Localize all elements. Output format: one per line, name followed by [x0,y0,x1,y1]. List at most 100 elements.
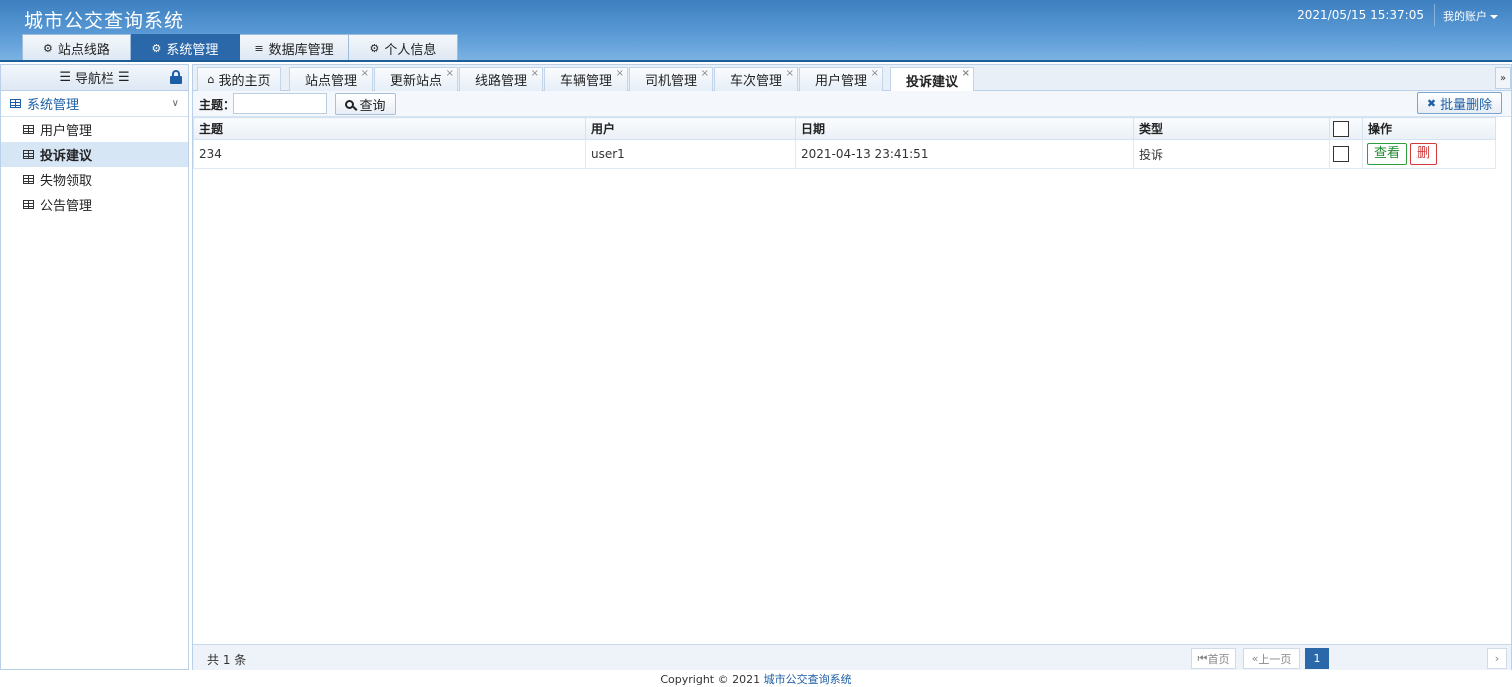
prev-page-label: 上一页 [1258,652,1292,666]
close-icon[interactable]: × [701,68,709,79]
close-icon[interactable]: × [871,68,879,79]
search-icon [345,99,355,109]
column-header-subject[interactable]: 主题 [193,117,586,140]
main-panel: ⌂ 我的主页 站点管理 × 更新站点 × 线路管理 × 车辆管理 × 司机管理 … [192,64,1512,670]
app-title: 城市公交查询系统 [24,10,185,32]
tab-label: 更新站点 [389,74,442,89]
row-checkbox[interactable] [1333,146,1349,162]
table-icon [23,175,34,184]
tab-user-management[interactable]: 用户管理 × [799,67,883,91]
sidebar-title: 导航栏 [74,72,114,87]
subject-label: 主题： [199,98,236,112]
tab-route-management[interactable]: 线路管理 × [459,67,543,91]
footer: Copyright © 2021 城市公交查询系统 [0,671,1512,687]
top-tab-label: 个人信息 [384,43,437,58]
sidebar-item-label: 公告管理 [40,199,93,214]
close-icon[interactable]: × [446,68,454,79]
close-icon[interactable]: × [786,68,794,79]
chevron-right-icon[interactable]: › [1487,648,1507,669]
tab-label: 车辆管理 [559,74,612,89]
batch-delete-button[interactable]: ✖ 批量删除 [1417,92,1502,114]
table-header-row: 主题 用户 日期 类型 操作 [193,117,1496,140]
header-divider [1434,4,1435,26]
account-label: 我的账户 [1443,10,1487,23]
close-icon[interactable]: × [962,68,970,79]
sidebar-item-user-management[interactable]: 用户管理 [1,117,188,142]
double-chevron-down-icon[interactable]: » [1495,67,1511,89]
caret-down-icon [1490,15,1498,19]
menu-icon: ☰ [118,70,130,85]
tab-label: 车次管理 [729,74,782,89]
top-tab-system-management[interactable]: ⚙ 系统管理 [131,34,240,62]
lock-icon[interactable] [170,70,182,84]
view-button[interactable]: 查看 [1367,143,1408,165]
sidebar-header: ☰ 导航栏 ☰ [1,65,188,91]
gear-icon: ⚙ [369,42,380,55]
datetime-display: 2021/05/15 15:37:05 [1297,8,1424,22]
search-button[interactable]: 查询 [335,93,396,115]
tab-complaints[interactable]: 投诉建议 × [890,67,974,92]
prev-page-button[interactable]: «上一页 [1243,648,1300,669]
tab-station-management[interactable]: 站点管理 × [289,67,373,91]
table-row[interactable]: 234 user1 2021-04-13 23:41:51 投诉 查看删 [193,139,1496,169]
sidebar-item-label: 投诉建议 [40,149,93,164]
sidebar: ☰ 导航栏 ☰ 系统管理 ∨ 用户管理 投诉建议 失物领取 公告管理 [0,64,189,670]
menu-icon: ☰ [59,70,71,85]
top-tab-station-lines[interactable]: ⚙ 站点线路 [22,34,131,62]
search-toolbar: 主题： 查询 ✖ 批量删除 [193,91,1511,117]
top-tab-personal-info[interactable]: ⚙ 个人信息 [349,34,458,62]
top-tab-label: 数据库管理 [268,43,334,58]
tab-driver-management[interactable]: 司机管理 × [629,67,713,91]
tab-trip-management[interactable]: 车次管理 × [714,67,798,91]
table-icon [23,150,34,159]
column-header-date[interactable]: 日期 [795,117,1134,140]
top-tab-database-management[interactable]: ≡ 数据库管理 [240,34,349,62]
cell-select [1329,139,1363,169]
page-number-current[interactable]: 1 [1305,648,1329,669]
sidebar-item-announcements[interactable]: 公告管理 [1,192,188,217]
tab-vehicle-management[interactable]: 车辆管理 × [544,67,628,91]
close-icon[interactable]: × [616,68,624,79]
select-all-cell [1329,117,1363,140]
first-page-label: 首页 [1207,652,1230,666]
select-all-checkbox[interactable] [1333,120,1349,137]
gear-icon: ⚙ [151,42,162,55]
sidebar-group-label: 系统管理 [27,98,80,113]
top-tab-label: 站点线路 [57,43,110,58]
tab-label: 站点管理 [304,74,357,89]
close-icon[interactable]: × [361,68,369,79]
column-header-type[interactable]: 类型 [1133,117,1330,140]
close-icon[interactable]: × [531,68,539,79]
sidebar-group-system-management[interactable]: 系统管理 ∨ [1,91,188,117]
gear-icon: ⚙ [43,42,53,55]
content-tabs-bar: ⌂ 我的主页 站点管理 × 更新站点 × 线路管理 × 车辆管理 × 司机管理 … [193,65,1511,92]
tab-update-station[interactable]: 更新站点 × [374,67,458,91]
batch-delete-label: 批量删除 [1440,97,1493,113]
tab-label: 投诉建议 [905,74,958,90]
close-icon: ✖ [1426,96,1437,110]
home-icon: ⌂ [207,73,215,86]
sidebar-item-complaints[interactable]: 投诉建议 [1,142,188,167]
subject-input[interactable] [233,93,327,114]
tab-label: 司机管理 [644,74,697,89]
chevron-down-icon: ∨ [171,98,179,109]
tab-home[interactable]: ⌂ 我的主页 [197,67,281,91]
column-header-user[interactable]: 用户 [585,117,796,140]
tab-label: 线路管理 [474,74,527,89]
app-header: 城市公交查询系统 2021/05/15 15:37:05 我的账户 ⚙ 站点线路… [0,0,1512,62]
prev-page-icon: « [1251,652,1259,665]
footer-link[interactable]: 城市公交查询系统 [764,673,852,686]
top-nav: ⚙ 站点线路 ⚙ 系统管理 ≡ 数据库管理 ⚙ 个人信息 [22,34,458,62]
table-icon [23,125,34,134]
first-page-button[interactable]: ⏮ 首页 [1191,648,1236,669]
account-menu[interactable]: 我的账户 [1443,8,1498,24]
cell-type: 投诉 [1133,139,1330,169]
first-page-icon: ⏮ [1197,651,1208,665]
cell-ops: 查看删 [1362,139,1496,169]
sidebar-item-lost-found[interactable]: 失物领取 [1,167,188,192]
top-tab-label: 系统管理 [166,43,219,58]
delete-button[interactable]: 删 [1410,143,1438,165]
column-header-ops: 操作 [1362,117,1496,140]
sidebar-item-label: 失物领取 [40,174,93,189]
table-icon [10,99,21,108]
